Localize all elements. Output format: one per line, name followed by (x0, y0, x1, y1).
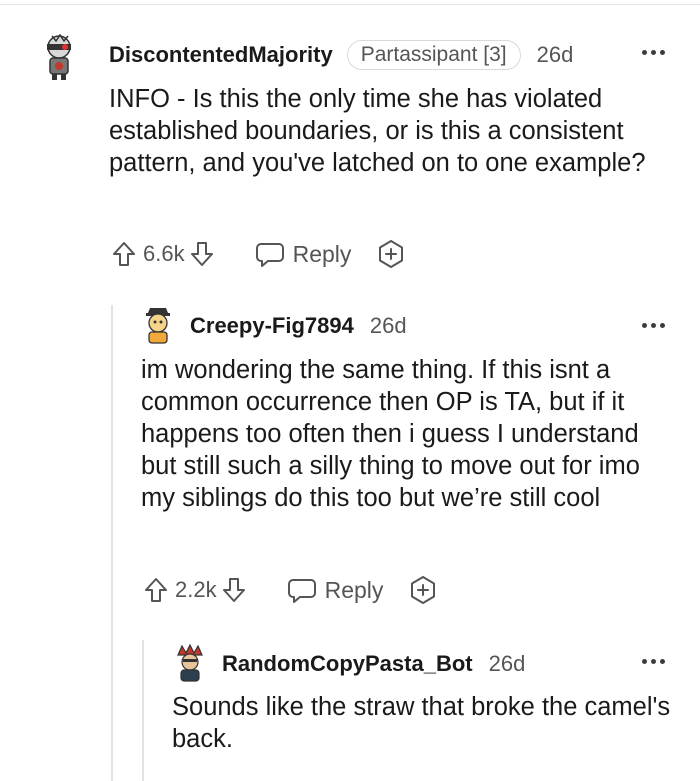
username[interactable]: RandomCopyPasta_Bot (222, 651, 473, 677)
comment-body: Sounds like the straw that broke the cam… (172, 693, 671, 753)
upvote-icon[interactable] (109, 238, 139, 270)
reply-icon (255, 243, 284, 267)
upvote-icon[interactable] (141, 574, 171, 606)
comment-age: 26d (369, 313, 407, 338)
reply-label: Reply (292, 240, 352, 267)
downvote-icon[interactable] (219, 574, 249, 606)
avatar-randomcopypasta-bot[interactable] (172, 643, 208, 682)
avatar-discontentedmajority[interactable] (38, 32, 80, 80)
vote-score: 2.2k (175, 577, 217, 602)
more-options-icon[interactable] (641, 320, 669, 330)
reply-label: Reply (324, 576, 384, 603)
username[interactable]: DiscontentedMajority (109, 42, 333, 68)
comment-actions: 2.2k Reply (141, 572, 439, 608)
downvote-icon[interactable] (187, 238, 217, 270)
comment-body: INFO - Is this the only time she has vio… (109, 85, 646, 177)
reply-icon (287, 579, 316, 603)
award-plus-icon[interactable] (375, 238, 407, 270)
comment-body: im wondering the same thing. If this isn… (141, 356, 640, 512)
vote-score: 6.6k (143, 241, 185, 266)
comment-age: 26d (536, 42, 574, 67)
username[interactable]: Creepy-Fig7894 (190, 313, 354, 339)
thread-line[interactable] (142, 640, 144, 781)
reply-button[interactable]: Reply (255, 240, 352, 268)
comment-actions: 6.6k Reply (109, 236, 407, 272)
more-options-icon[interactable] (641, 47, 669, 57)
reply-button[interactable]: Reply (287, 576, 384, 604)
user-flair: Partassipant [3] (346, 40, 521, 70)
award-plus-icon[interactable] (407, 574, 439, 606)
thread-line[interactable] (111, 305, 113, 781)
comment-age: 26d (488, 651, 526, 676)
more-options-icon[interactable] (641, 656, 669, 666)
top-divider (0, 4, 700, 5)
avatar-creepy-fig7894[interactable] (140, 305, 176, 344)
